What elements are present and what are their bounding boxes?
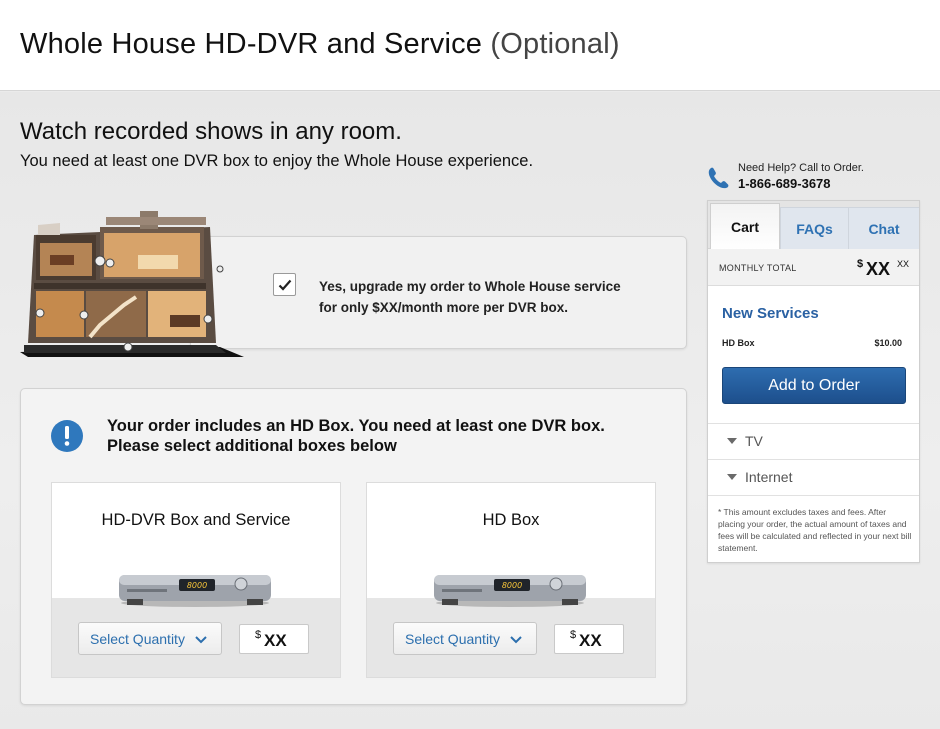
cart-tabs: Cart FAQs Chat bbox=[708, 201, 919, 250]
checkmark-icon bbox=[278, 279, 291, 291]
svg-text:8000: 8000 bbox=[187, 581, 207, 590]
upgrade-label-line1: Yes, upgrade my order to Whole House ser… bbox=[319, 279, 621, 294]
page-title-main: Whole House HD-DVR and Service bbox=[20, 28, 483, 60]
dvr-box-image: 8000 bbox=[119, 575, 271, 607]
monthly-total-row: MONTHLY TOTAL $ XX XX bbox=[708, 249, 919, 286]
page-title: Whole House HD-DVR and Service (Optional… bbox=[20, 28, 620, 61]
chevron-down-icon bbox=[195, 636, 207, 644]
page-header: Whole House HD-DVR and Service (Optional… bbox=[0, 0, 940, 91]
product-card-hd-dvr: HD-DVR Box and Service 8000 Select Quant… bbox=[51, 482, 341, 678]
accordion-tv[interactable]: TV bbox=[708, 423, 919, 459]
price-display: $ XX bbox=[239, 624, 309, 654]
svg-text:8000: 8000 bbox=[502, 581, 522, 590]
cart-panel: Cart FAQs Chat MONTHLY TOTAL $ XX XX New… bbox=[707, 200, 920, 563]
order-notice-line2: Please select additional boxes below bbox=[107, 437, 397, 455]
house-cutaway-illustration bbox=[20, 211, 244, 357]
caret-down-icon bbox=[727, 438, 737, 444]
select-quantity-label: Select Quantity bbox=[405, 631, 500, 647]
accordion-internet[interactable]: Internet bbox=[708, 459, 919, 495]
accordion-label: Internet bbox=[745, 469, 793, 485]
help-label: Need Help? Call to Order. bbox=[738, 162, 864, 174]
intro-headline: Watch recorded shows in any room. bbox=[20, 118, 402, 145]
monthly-total-cents: XX bbox=[897, 259, 910, 269]
price-currency: $ bbox=[570, 629, 577, 641]
monthly-total-label: MONTHLY TOTAL bbox=[719, 263, 797, 273]
caret-down-icon bbox=[727, 474, 737, 480]
chevron-down-icon bbox=[510, 636, 522, 644]
cart-line-item: HD Box $10.00 bbox=[722, 338, 902, 348]
price-value: XX bbox=[264, 631, 287, 650]
tab-faqs[interactable]: FAQs bbox=[780, 207, 848, 249]
price-currency: $ bbox=[255, 629, 262, 641]
upgrade-label-line2: for only $XX/month more per DVR box. bbox=[319, 300, 569, 315]
select-quantity-dropdown[interactable]: Select Quantity bbox=[78, 622, 222, 655]
product-name: HD Box bbox=[482, 511, 540, 529]
help-phone-number[interactable]: 1-866-689-3678 bbox=[738, 176, 831, 191]
tab-cart[interactable]: Cart bbox=[710, 203, 780, 250]
page-title-suffix: (Optional) bbox=[490, 28, 620, 60]
product-name: HD-DVR Box and Service bbox=[101, 511, 291, 529]
tax-disclaimer: * This amount excludes taxes and fees. A… bbox=[718, 507, 912, 553]
exclamation-icon bbox=[51, 420, 83, 452]
monthly-total-currency: $ bbox=[857, 258, 864, 270]
add-to-order-button[interactable]: Add to Order bbox=[722, 367, 906, 404]
phone-icon bbox=[708, 167, 729, 189]
whole-house-upgrade-checkbox[interactable] bbox=[273, 273, 296, 296]
hd-box-image: 8000 bbox=[434, 575, 586, 607]
product-card-hd-box: HD Box 8000 Select Quantity $ XX bbox=[366, 482, 656, 678]
price-display: $ XX bbox=[554, 624, 624, 654]
monthly-total-value: XX bbox=[866, 259, 891, 279]
divider bbox=[708, 495, 919, 496]
upgrade-label: Yes, upgrade my order to Whole House ser… bbox=[319, 276, 621, 318]
line-item-price: $10.00 bbox=[874, 338, 902, 348]
intro-subline: You need at least one DVR box to enjoy t… bbox=[20, 152, 534, 170]
new-services-heading: New Services bbox=[722, 305, 819, 322]
select-quantity-label: Select Quantity bbox=[90, 631, 185, 647]
select-quantity-dropdown[interactable]: Select Quantity bbox=[393, 622, 537, 655]
order-notice-line1: Your order includes an HD Box. You need … bbox=[107, 417, 605, 435]
accordion-label: TV bbox=[745, 433, 763, 449]
price-value: XX bbox=[579, 631, 602, 650]
order-notice: Your order includes an HD Box. You need … bbox=[107, 416, 605, 456]
tab-chat[interactable]: Chat bbox=[848, 207, 919, 249]
line-item-name: HD Box bbox=[722, 338, 755, 348]
